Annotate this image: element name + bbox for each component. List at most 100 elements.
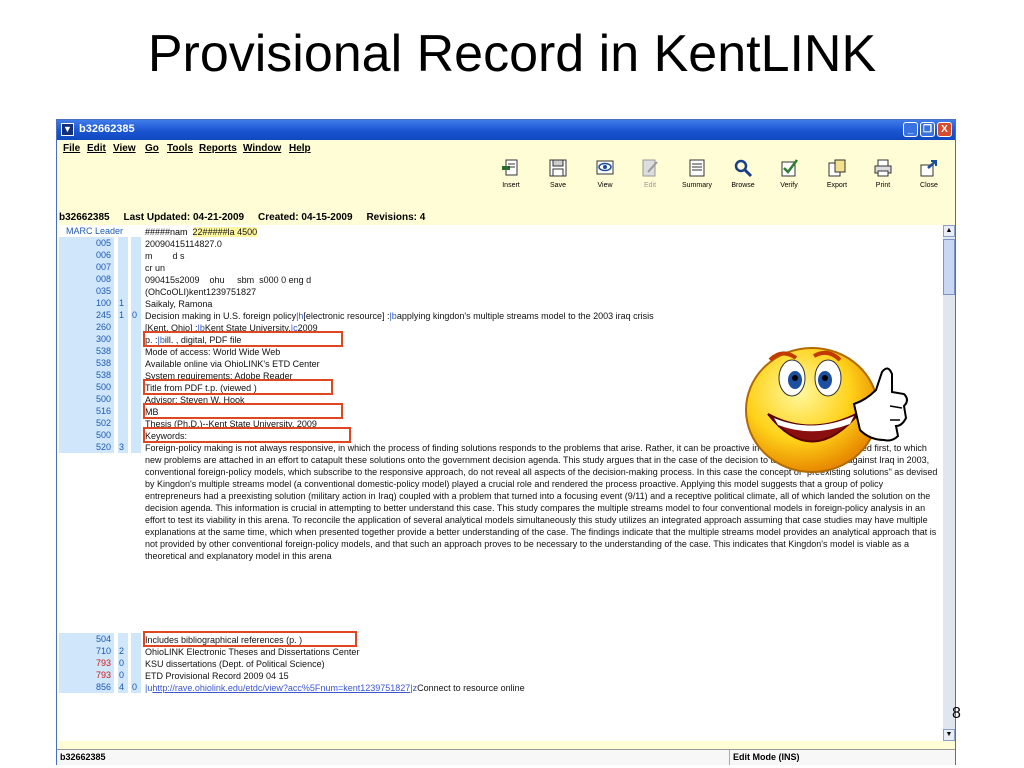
marc-field-row[interactable]: 008 090415s2009 ohu sbm s000 0 eng d <box>59 273 943 285</box>
view-icon <box>596 160 614 175</box>
verify-button[interactable]: Verify <box>769 158 809 202</box>
summary-icon <box>689 159 705 177</box>
indicator-1: 3 <box>119 442 125 452</box>
close-label: Close <box>920 182 938 189</box>
print-button[interactable]: Print <box>863 158 903 202</box>
highlight-box-504 <box>143 631 357 647</box>
marc-field-row[interactable]: 035 (OhCoOLI)kent1239751827 <box>59 285 943 297</box>
field-tag: 006 <box>95 250 111 260</box>
export-button[interactable]: Export <box>817 158 857 202</box>
marc-field-row[interactable]: 856 4 0 |uhttp://rave.ohiolink.edu/etdc/vie… <box>59 681 943 693</box>
verify-label: Verify <box>780 182 798 189</box>
marc-field-row[interactable]: 793 0 KSU dissertations (Dept. of Politica… <box>59 657 943 669</box>
field-tag: 520 <box>95 442 111 452</box>
field-tag: 300 <box>95 334 111 344</box>
status-bar: b32662385 Edit Mode (INS) <box>57 749 955 765</box>
marc-field-row[interactable]: 007 cr un <box>59 261 943 273</box>
subfield-b: applying kingdon's multiple streams mode… <box>396 311 654 321</box>
record-info-line: b32662385 Last Updated: 04-21-2009 Creat… <box>59 212 425 223</box>
view-label: View <box>597 182 613 189</box>
close-icon <box>920 160 937 177</box>
field-tag: 856 <box>95 682 111 692</box>
indicator-1: 1 <box>119 298 125 308</box>
marc-leader-row[interactable]: MARC Leader #####nam 22#####la 4500 <box>59 225 943 237</box>
revisions: Revisions: 4 <box>366 212 426 223</box>
last-updated: Last Updated: 04-21-2009 <box>123 212 245 223</box>
scrollbar-thumb[interactable] <box>943 239 955 295</box>
indicator-1: 1 <box>119 310 125 320</box>
field-tag: 260 <box>95 322 111 332</box>
indicator-2: 0 <box>132 682 138 692</box>
marc-field-row[interactable]: 793 0 ETD Provisional Record 2009 04 15 <box>59 669 943 681</box>
save-button[interactable]: Save <box>538 158 578 202</box>
browse-icon <box>734 159 753 178</box>
subfield-delimiter-b: |b <box>389 311 397 321</box>
field-tag: 502 <box>95 418 111 428</box>
leader-part-c: 4500 <box>234 227 258 237</box>
marc-field-row[interactable]: 005 20090415114827.0 <box>59 237 943 249</box>
resource-url-link[interactable]: http://rave.ohiolink.edu/etdc/view?acc%5… <box>152 683 410 693</box>
menu-window[interactable]: Window <box>243 143 281 154</box>
subfield-z: Connect to resource online <box>417 683 525 693</box>
insert-label: Insert <box>502 182 520 189</box>
close-button[interactable]: Close <box>909 158 949 202</box>
close-window-button[interactable]: X <box>937 122 952 137</box>
indicator-1: 0 <box>119 658 125 668</box>
edit-label: Edit <box>643 182 657 189</box>
field-tag: 500 <box>95 382 111 392</box>
status-record-id: b32662385 <box>60 752 106 762</box>
field-tag: 516 <box>95 406 111 416</box>
field-tag: 504 <box>95 634 111 644</box>
window-titlebar[interactable]: ▼ b32662385 _ ❐ X <box>57 120 955 140</box>
scroll-up-icon[interactable]: ▲ <box>943 225 955 237</box>
menu-go[interactable]: Go <box>145 143 159 154</box>
marc-field-row[interactable]: 245 1 0 Decision making in U.S. foreign pol… <box>59 309 943 321</box>
verify-icon <box>781 159 798 177</box>
marc-field-row[interactable]: 100 1 Saikaly, Ramona <box>59 297 943 309</box>
menu-view[interactable]: View <box>113 143 136 154</box>
indicator-1: 2 <box>119 646 125 656</box>
browse-label: Browse <box>731 182 755 189</box>
marc-leader-label: MARC Leader <box>66 226 124 236</box>
field-tag: 710 <box>95 646 111 656</box>
browse-button[interactable]: Browse <box>723 158 763 202</box>
menu-tools[interactable]: Tools <box>167 143 193 154</box>
export-label: Export <box>826 182 848 189</box>
minimize-button[interactable]: _ <box>903 122 918 137</box>
scroll-down-icon[interactable]: ▼ <box>943 729 955 741</box>
highlight-box-keywords <box>143 427 351 443</box>
field-tag: 793 <box>95 670 111 680</box>
marc-field-row[interactable]: 006 m d s <box>59 249 943 261</box>
field-content: |uhttp://rave.ohiolink.edu/etdc/view?acc… <box>145 682 939 694</box>
restore-button[interactable]: ❐ <box>920 122 935 137</box>
save-label: Save <box>550 182 566 189</box>
field-tag: 793 <box>95 658 111 668</box>
marc-record-grid: MARC Leader #####nam 22#####la 4500 005 2… <box>59 225 943 741</box>
leader-part-a: #####nam <box>145 227 193 237</box>
app-icon: ▼ <box>61 123 74 136</box>
page-number: 8 <box>952 705 961 722</box>
field-tag: 538 <box>95 346 111 356</box>
highlight-box-500-title <box>143 379 333 395</box>
view-button[interactable]: View <box>585 158 625 202</box>
save-icon <box>549 159 567 177</box>
smiley-thumbs-up-icon <box>745 347 908 473</box>
window-title: b32662385 <box>79 123 135 135</box>
subfield-h: [electronic resource] : <box>303 311 390 321</box>
menu-help[interactable]: Help <box>289 143 311 154</box>
leader-part-b: 22#####la <box>192 227 235 237</box>
field-tag: 538 <box>95 370 111 380</box>
field-tag: 005 <box>95 238 111 248</box>
menu-reports[interactable]: Reports <box>199 143 237 154</box>
print-icon <box>874 159 892 177</box>
menu-edit[interactable]: Edit <box>87 143 106 154</box>
insert-button[interactable]: Insert <box>491 158 531 202</box>
field-tag: 245 <box>95 310 111 320</box>
indicator-1: 4 <box>119 682 125 692</box>
menu-file[interactable]: File <box>63 143 80 154</box>
summary-button[interactable]: Summary <box>677 158 717 202</box>
vertical-scrollbar[interactable]: ▲ ▼ <box>943 225 955 741</box>
export-icon <box>828 159 846 177</box>
indicator-2: 0 <box>132 310 138 320</box>
edit-button[interactable]: Edit <box>630 158 670 202</box>
